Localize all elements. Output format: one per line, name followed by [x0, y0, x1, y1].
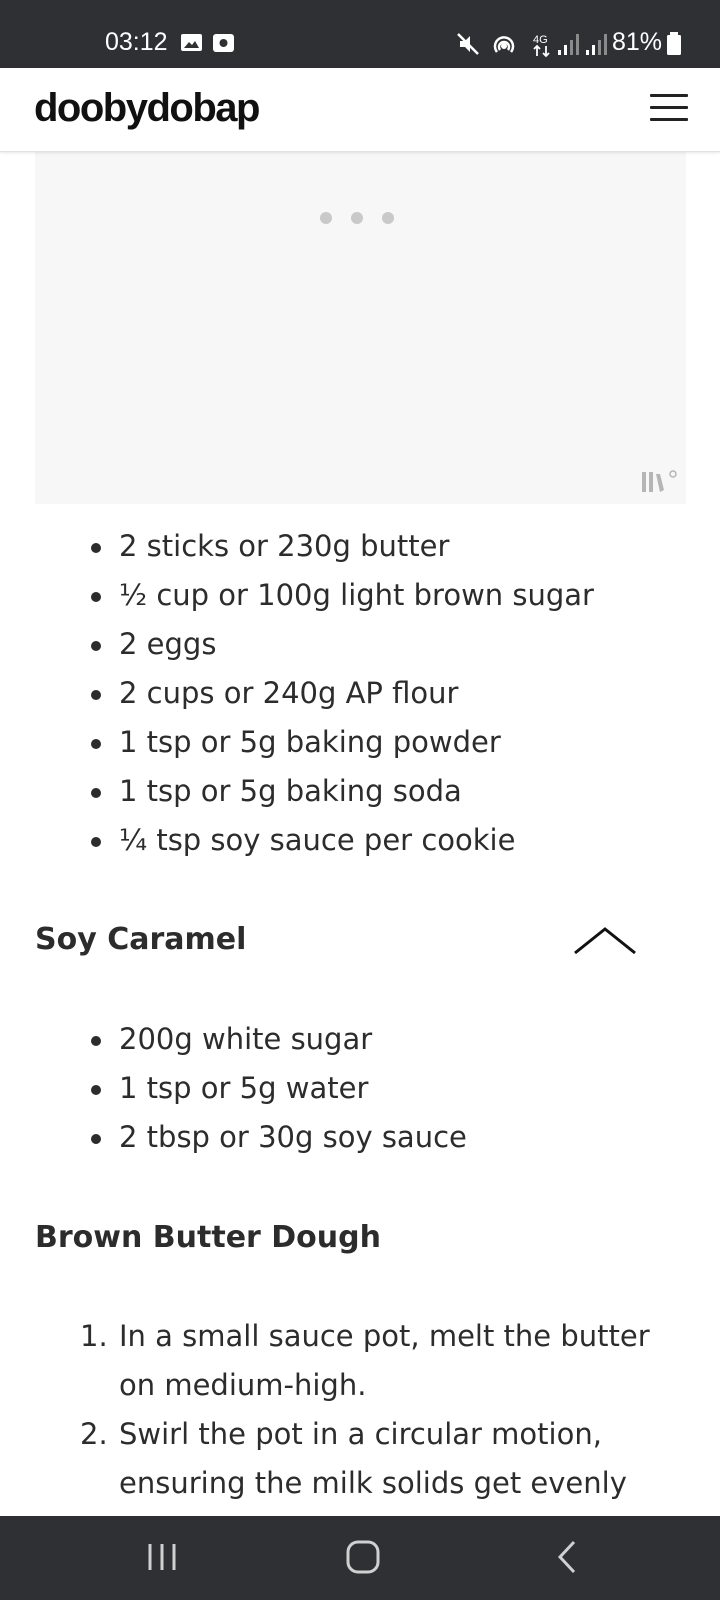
step-text: Swirl the pot in a circular motion, ensu…	[119, 1417, 627, 1500]
recent-apps-icon[interactable]	[146, 1538, 180, 1576]
soy-caramel-heading: Soy Caramel	[35, 922, 247, 957]
list-item: 2 tbsp or 30g soy sauce	[0, 1113, 720, 1162]
gallery-icon	[181, 34, 202, 51]
list-item: ¼ tsp soy sauce per cookie	[0, 816, 720, 865]
signal-icon	[558, 34, 579, 55]
hamburger-menu-icon[interactable]	[650, 94, 688, 124]
list-item: 1 tsp or 5g baking powder	[0, 718, 720, 767]
system-nav-bar	[0, 1516, 720, 1600]
caramel-ingredient-list: 200g white sugar 1 tsp or 5g water 2 tbs…	[0, 1015, 720, 1162]
list-item: ½ cup or 100g light brown sugar	[0, 571, 720, 620]
loading-dots	[320, 212, 400, 226]
list-item: 1 tsp or 5g baking soda	[0, 767, 720, 816]
4g-icon: 4G	[533, 34, 550, 58]
status-time: 03:12	[105, 28, 168, 56]
mute-icon	[457, 33, 479, 55]
step-text: In a small sauce pot, melt the butter on…	[119, 1319, 650, 1402]
instruction-step: 1. In a small sauce pot, melt the butter…	[0, 1312, 720, 1410]
status-bar: 03:12 4G 81%	[0, 0, 720, 68]
screen-record-icon	[213, 34, 234, 52]
list-item: 2 sticks or 230g butter	[0, 522, 720, 571]
signal-icon	[586, 34, 607, 55]
brown-butter-dough-heading: Brown Butter Dough	[35, 1220, 381, 1255]
video-ad-placeholder[interactable]	[35, 152, 686, 504]
battery-icon	[667, 32, 681, 55]
site-logo[interactable]: doobydobap	[34, 86, 260, 131]
list-item: 2 eggs	[0, 620, 720, 669]
step-number: 2.	[80, 1417, 108, 1451]
chevron-up-icon[interactable]	[573, 925, 637, 957]
list-item: 200g white sugar	[0, 1015, 720, 1064]
battery-level: 81%	[612, 28, 663, 56]
hotspot-icon	[493, 36, 515, 53]
site-header: doobydobap	[0, 68, 720, 152]
dough-ingredient-list: 2 sticks or 230g butter ½ cup or 100g li…	[0, 522, 720, 865]
step-number: 1.	[80, 1319, 108, 1353]
player-logo-icon	[642, 470, 677, 492]
svg-text:4G: 4G	[533, 34, 548, 46]
home-icon[interactable]	[344, 1538, 382, 1576]
back-icon[interactable]	[552, 1538, 582, 1576]
list-item: 1 tsp or 5g water	[0, 1064, 720, 1113]
instruction-step: 2. Swirl the pot in a circular motion, e…	[0, 1410, 720, 1508]
instruction-steps: 1. In a small sauce pot, melt the butter…	[0, 1312, 720, 1508]
list-item: 2 cups or 240g AP flour	[0, 669, 720, 718]
